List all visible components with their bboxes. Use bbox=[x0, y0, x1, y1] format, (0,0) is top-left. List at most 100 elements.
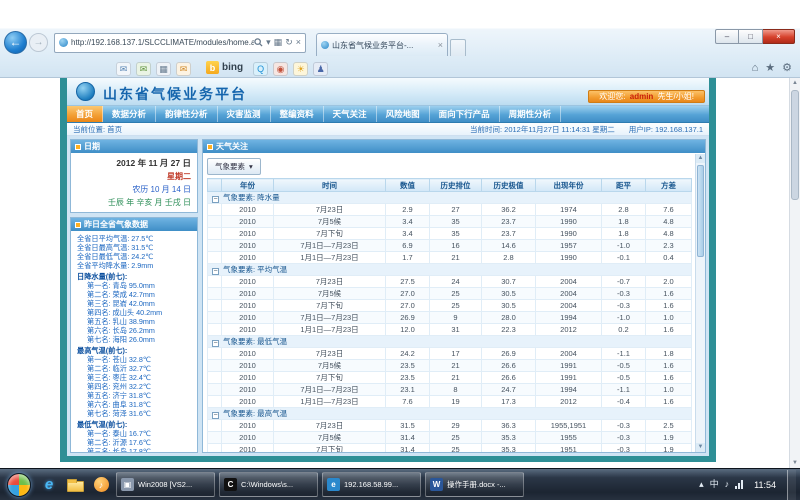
input-indicator[interactable]: 中 bbox=[710, 480, 719, 489]
favorites-star-icon[interactable]: ★ bbox=[765, 61, 775, 74]
table-row[interactable]: 20107月23日27.52430.72004-0.72.0 bbox=[208, 276, 692, 288]
nav-item[interactable]: 韵律性分析 bbox=[156, 106, 218, 122]
nav-item[interactable]: 面向下行产品 bbox=[430, 106, 500, 122]
table-row[interactable]: 20107月下旬3.43523.719901.84.8 bbox=[208, 228, 692, 240]
collapse-icon[interactable]: − bbox=[212, 412, 219, 419]
table-cell: 7月23日 bbox=[274, 420, 386, 432]
task-win2008[interactable]: ▣Win2008 [VS2... bbox=[116, 472, 215, 497]
people-icon[interactable]: ♟ bbox=[313, 62, 328, 76]
browser-scroll-down-icon[interactable]: ▼ bbox=[790, 458, 800, 468]
send-mail-icon[interactable]: ✉ bbox=[136, 62, 151, 76]
table-row[interactable]: 20107月1日—7月23日6.91614.61957-1.02.3 bbox=[208, 240, 692, 252]
browser-tab[interactable]: 山东省气候业务平台-... × bbox=[316, 33, 448, 56]
address-field[interactable]: http://192.168.137.1/SLCCLIMATE/modules/… bbox=[54, 33, 306, 53]
table-row[interactable]: 20107月下旬27.02530.52004-0.31.6 bbox=[208, 300, 692, 312]
mail-icon[interactable]: ✉ bbox=[116, 62, 131, 76]
refresh-icon[interactable]: ↻ bbox=[285, 38, 293, 47]
taskbar-clock[interactable]: 11:54 bbox=[749, 480, 781, 490]
message-icon[interactable]: ✉ bbox=[176, 62, 191, 76]
table-group-row[interactable]: −气象要素: 平均气温 bbox=[208, 264, 692, 276]
task-remote-ie[interactable]: e192.168.58.99... bbox=[322, 472, 421, 497]
nav-item[interactable]: 天气关注 bbox=[324, 106, 377, 122]
table-row[interactable]: 20107月5候3.43523.719901.84.8 bbox=[208, 216, 692, 228]
weather-widget-icon[interactable]: ☀ bbox=[293, 62, 308, 76]
table-group-row[interactable]: −气象要素: 最高气温 bbox=[208, 408, 692, 420]
browser-scrollbar-thumb[interactable] bbox=[791, 90, 799, 200]
element-filter-button[interactable]: 气象要素 ▾ bbox=[207, 158, 261, 175]
table-header-cell[interactable]: 历史极值 bbox=[482, 179, 536, 192]
table-row[interactable]: 20107月5候23.52126.61991-0.51.6 bbox=[208, 360, 692, 372]
table-header-cell[interactable]: 距平 bbox=[602, 179, 646, 192]
browser-scroll-up-icon[interactable]: ▲ bbox=[790, 78, 800, 88]
table-row[interactable]: 20107月23日24.21726.92004-1.11.8 bbox=[208, 348, 692, 360]
welcome-bar: 欢迎您: admin 先生/小姐! bbox=[588, 90, 705, 103]
maximize-button[interactable]: □ bbox=[739, 29, 763, 44]
table-header-cell[interactable]: 时间 bbox=[274, 179, 386, 192]
plugin-toolbar-icons: Q ◉ ☀ ♟ bbox=[253, 59, 333, 77]
task-console[interactable]: CC:\Windows\s... bbox=[219, 472, 318, 497]
collapse-icon[interactable]: − bbox=[212, 340, 219, 347]
start-button[interactable] bbox=[7, 473, 31, 497]
stop-icon[interactable]: × bbox=[296, 38, 301, 47]
close-button[interactable]: × bbox=[763, 29, 795, 44]
network-icon[interactable] bbox=[735, 480, 743, 489]
browser-scrollbar[interactable]: ▲ ▼ bbox=[789, 78, 800, 468]
minimize-button[interactable]: – bbox=[715, 29, 739, 44]
scroll-down-icon[interactable]: ▼ bbox=[696, 443, 705, 452]
scroll-up-icon[interactable]: ▲ bbox=[696, 154, 705, 163]
search-dropdown-icon[interactable]: ▾ bbox=[266, 38, 271, 47]
search-icon[interactable] bbox=[254, 38, 263, 47]
camera-icon[interactable]: ◉ bbox=[273, 62, 288, 76]
show-desktop-button[interactable] bbox=[787, 470, 796, 500]
table-row[interactable]: 20107月下旬31.42535.31951-0.31.9 bbox=[208, 444, 692, 453]
forward-button[interactable]: → bbox=[29, 33, 48, 52]
media-player-icon[interactable]: ♪ bbox=[89, 473, 113, 497]
explorer-folder-icon[interactable] bbox=[63, 473, 87, 497]
volume-icon[interactable]: ♪ bbox=[725, 480, 730, 489]
nav-item[interactable]: 周期性分析 bbox=[500, 106, 562, 122]
table-cell: 25 bbox=[430, 300, 482, 312]
table-row[interactable]: 20101月1日—7月23日12.03122.320120.21.6 bbox=[208, 324, 692, 336]
compatibility-view-icon[interactable]: ▦ bbox=[274, 38, 283, 47]
table-row[interactable]: 20107月23日31.52936.31955,1951-0.32.5 bbox=[208, 420, 692, 432]
table-header-cell[interactable]: 年份 bbox=[222, 179, 274, 192]
table-row[interactable]: 20107月1日—7月23日26.9928.01994-1.01.0 bbox=[208, 312, 692, 324]
nav-item[interactable]: 灾害监测 bbox=[218, 106, 271, 122]
table-group-row[interactable]: −气象要素: 降水量 bbox=[208, 192, 692, 204]
screen: ← → http://192.168.137.1/SLCCLIMATE/modu… bbox=[0, 0, 800, 500]
table-group-row[interactable]: −气象要素: 最低气温 bbox=[208, 336, 692, 348]
nav-item[interactable]: 首页 bbox=[67, 106, 103, 122]
table-row[interactable]: 20107月5候27.02530.52004-0.31.6 bbox=[208, 288, 692, 300]
collapse-icon[interactable]: − bbox=[212, 268, 219, 275]
table-cell: 21 bbox=[430, 252, 482, 264]
nav-item[interactable]: 整编资料 bbox=[271, 106, 324, 122]
table-header-cell[interactable]: 出现年份 bbox=[536, 179, 602, 192]
table-header-cell[interactable]: 数值 bbox=[386, 179, 430, 192]
table-row[interactable]: 20107月23日2.92736.219742.87.6 bbox=[208, 204, 692, 216]
settings-gear-icon[interactable]: ⚙ bbox=[782, 61, 792, 74]
url-text[interactable]: http://192.168.137.1/SLCCLIMATE/modules/… bbox=[71, 38, 254, 47]
content-scrollbar[interactable]: ▲ ▼ bbox=[695, 154, 705, 452]
ie-quicklaunch-icon[interactable]: e bbox=[37, 473, 61, 497]
table-row[interactable]: 20101月1日—7月23日1.7212.81990-0.10.4 bbox=[208, 252, 692, 264]
grid-view-icon[interactable]: ▦ bbox=[156, 62, 171, 76]
table-header-cell[interactable]: 方差 bbox=[646, 179, 692, 192]
table-row[interactable]: 20101月1日—7月23日7.61917.32012-0.41.6 bbox=[208, 396, 692, 408]
back-button[interactable]: ← bbox=[4, 31, 27, 54]
nav-item[interactable]: 数据分析 bbox=[103, 106, 156, 122]
table-header-cell[interactable]: 历史排位 bbox=[430, 179, 482, 192]
tab-close-icon[interactable]: × bbox=[438, 40, 443, 50]
home-icon[interactable]: ⌂ bbox=[752, 62, 759, 74]
content-scrollbar-thumb[interactable] bbox=[697, 165, 704, 257]
new-tab-button[interactable] bbox=[450, 39, 466, 56]
tray-expand-icon[interactable]: ▴ bbox=[699, 480, 704, 489]
table-cell: -0.3 bbox=[602, 300, 646, 312]
nav-item[interactable]: 风险地图 bbox=[377, 106, 430, 122]
bing-search-widget[interactable]: b bing bbox=[206, 61, 243, 74]
task-word-doc[interactable]: W操作手册.docx -... bbox=[425, 472, 524, 497]
table-row[interactable]: 20107月1日—7月23日23.1824.71994-1.11.0 bbox=[208, 384, 692, 396]
qq-icon[interactable]: Q bbox=[253, 62, 268, 76]
collapse-icon[interactable]: − bbox=[212, 196, 219, 203]
table-row[interactable]: 20107月5候31.42535.31955-0.31.9 bbox=[208, 432, 692, 444]
table-row[interactable]: 20107月下旬23.52126.61991-0.51.6 bbox=[208, 372, 692, 384]
